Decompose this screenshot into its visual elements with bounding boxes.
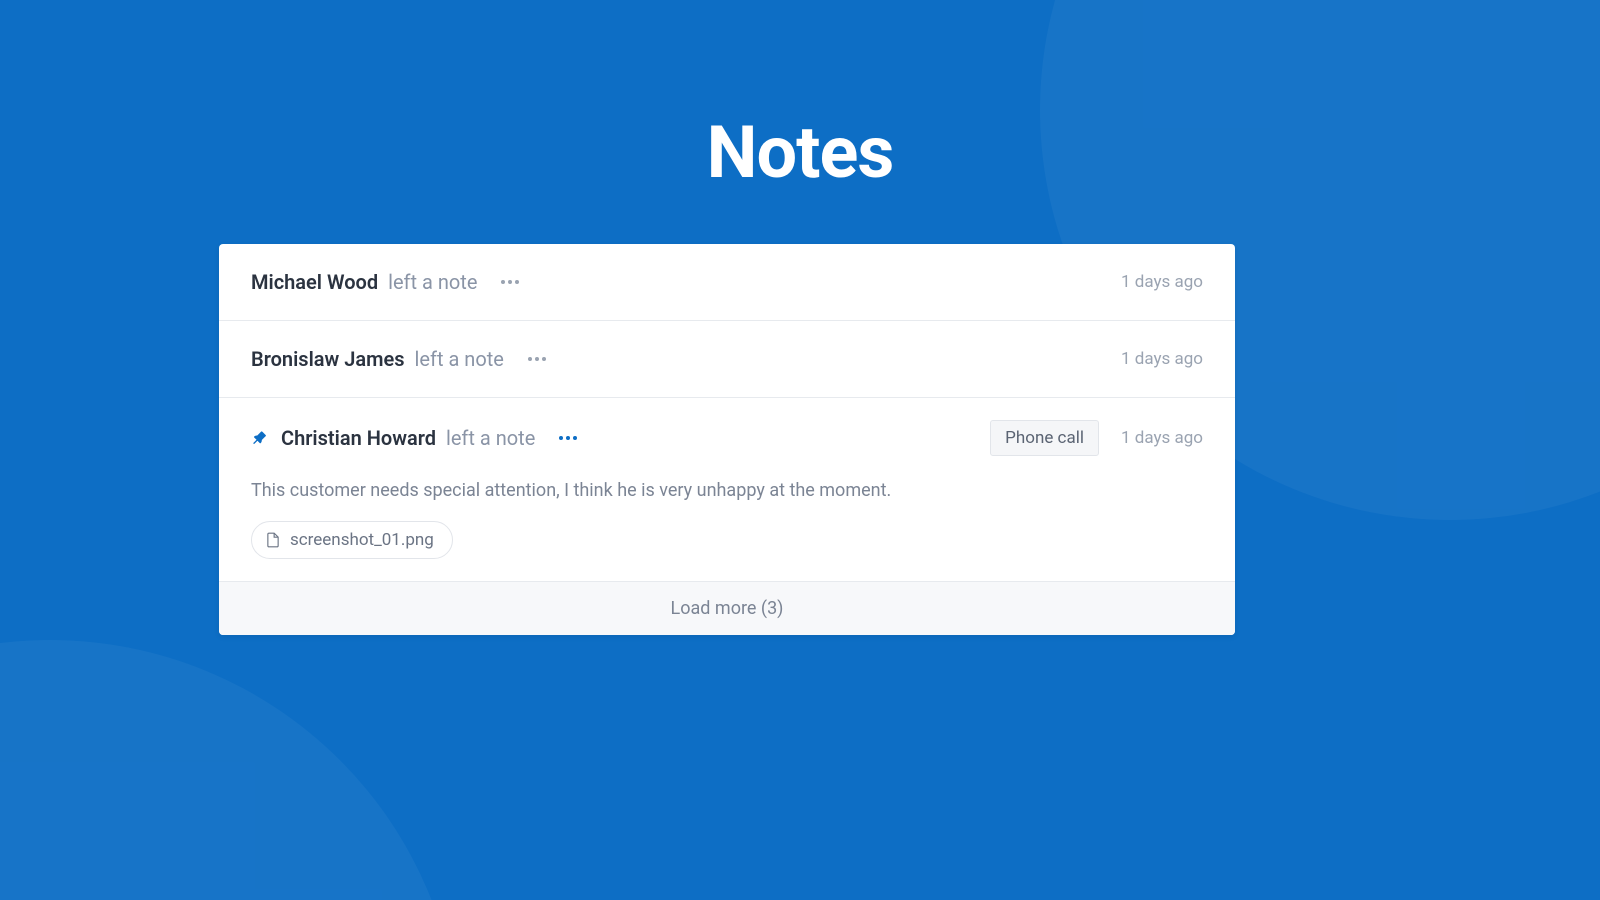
ellipsis-icon <box>508 280 512 284</box>
note-author: Christian Howard <box>281 426 436 450</box>
note-action: left a note <box>446 426 535 450</box>
load-more-button[interactable]: Load more (3) <box>219 582 1235 635</box>
note-action: left a note <box>415 347 504 371</box>
pin-icon <box>251 429 269 447</box>
ellipsis-icon <box>515 280 519 284</box>
ellipsis-icon <box>542 357 546 361</box>
note-attachment[interactable]: screenshot_01.png <box>251 521 453 559</box>
ellipsis-icon <box>566 436 570 440</box>
note-timestamp: 1 days ago <box>1121 272 1203 292</box>
more-button[interactable] <box>497 276 523 288</box>
note-summary: Michael Wood left a note <box>251 270 1121 294</box>
note-author: Bronislaw James <box>251 347 405 371</box>
note-row: Christian Howard left a note Phone call … <box>219 398 1235 582</box>
ellipsis-icon <box>528 357 532 361</box>
note-timestamp: 1 days ago <box>1121 428 1203 448</box>
note-meta: 1 days ago <box>1121 349 1203 369</box>
note-author: Michael Wood <box>251 270 378 294</box>
note-row: Michael Wood left a note 1 days ago <box>219 244 1235 321</box>
note-meta: 1 days ago <box>1121 272 1203 292</box>
note-action: left a note <box>388 270 477 294</box>
note-header: Michael Wood left a note 1 days ago <box>251 270 1203 294</box>
note-summary: Bronislaw James left a note <box>251 347 1121 371</box>
ellipsis-icon <box>559 436 563 440</box>
note-body: This customer needs special attention, I… <box>251 478 1203 503</box>
ellipsis-icon <box>573 436 577 440</box>
note-meta: Phone call 1 days ago <box>990 420 1203 456</box>
file-icon <box>266 532 280 548</box>
note-header: Bronislaw James left a note 1 days ago <box>251 347 1203 371</box>
notes-panel: Michael Wood left a note 1 days ago Bron… <box>219 244 1235 635</box>
note-tag[interactable]: Phone call <box>990 420 1099 456</box>
more-button[interactable] <box>555 432 581 444</box>
ellipsis-icon <box>501 280 505 284</box>
note-timestamp: 1 days ago <box>1121 349 1203 369</box>
ellipsis-icon <box>535 357 539 361</box>
attachment-filename: screenshot_01.png <box>290 530 434 550</box>
more-button[interactable] <box>524 353 550 365</box>
note-header: Christian Howard left a note Phone call … <box>251 420 1203 456</box>
note-row: Bronislaw James left a note 1 days ago <box>219 321 1235 398</box>
page-title: Notes <box>0 110 1600 195</box>
background-circle <box>0 640 460 900</box>
note-summary: Christian Howard left a note <box>251 426 990 450</box>
